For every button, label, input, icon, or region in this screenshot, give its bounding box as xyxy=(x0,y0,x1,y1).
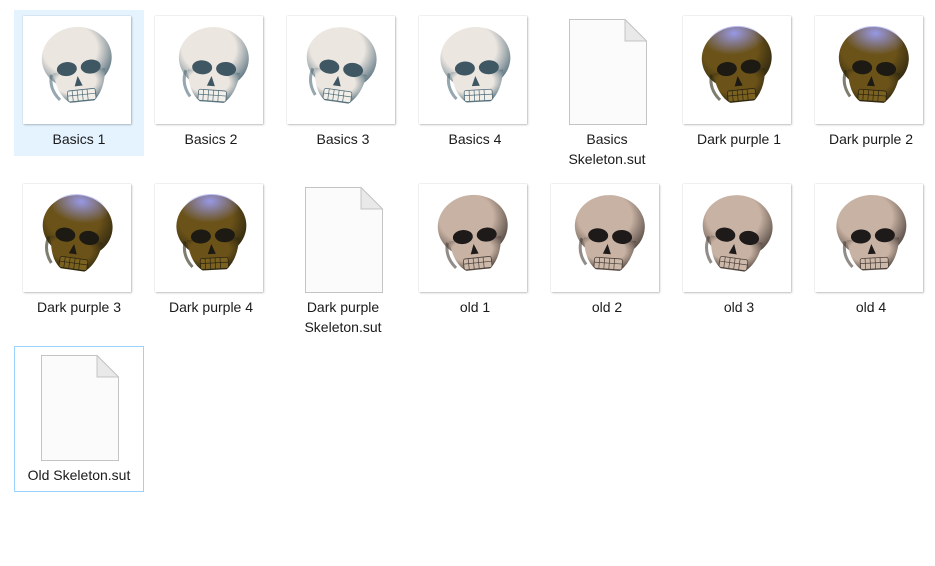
blank-document-icon xyxy=(305,186,384,293)
file-item[interactable]: Basics 1 xyxy=(14,10,144,156)
file-name: Basics Skeleton.sut xyxy=(568,131,646,167)
file-item[interactable]: old 2 xyxy=(542,178,672,324)
file-item[interactable]: Basics 4 xyxy=(410,10,540,156)
file-name: Basics 1 xyxy=(52,131,106,147)
file-name: Dark purple 2 xyxy=(828,131,914,147)
skull-thumbnail-icon xyxy=(683,184,791,292)
file-name: Dark purple 3 xyxy=(36,299,122,315)
file-item[interactable]: Dark purple Skeleton.sut xyxy=(278,178,408,335)
file-item[interactable]: Dark purple 2 xyxy=(806,10,935,156)
skull-image xyxy=(574,194,645,271)
document-icon xyxy=(569,18,648,125)
skull-image xyxy=(838,26,909,103)
file-item[interactable]: old 1 xyxy=(410,178,540,324)
file-item[interactable]: Old Skeleton.sut xyxy=(14,346,144,492)
skull-thumbnail-icon xyxy=(551,184,659,292)
skull-image xyxy=(437,193,508,271)
blank-document-icon xyxy=(41,354,120,461)
file-item[interactable]: Dark purple 4 xyxy=(146,178,276,324)
file-name: old 3 xyxy=(723,299,755,315)
file-item[interactable]: Basics 2 xyxy=(146,10,276,156)
file-item[interactable]: Basics Skeleton.sut xyxy=(542,10,672,167)
file-item[interactable]: Dark purple 3 xyxy=(14,178,144,324)
file-name: Dark purple 4 xyxy=(168,299,254,315)
file-item[interactable]: old 3 xyxy=(674,178,804,324)
file-item[interactable]: Dark purple 1 xyxy=(674,10,804,156)
file-name: Old Skeleton.sut xyxy=(27,467,131,483)
file-item[interactable]: Basics 3 xyxy=(278,10,408,156)
skull-image xyxy=(41,25,112,103)
file-name: Basics 3 xyxy=(316,131,370,147)
document-icon xyxy=(305,186,384,293)
skull-image xyxy=(176,193,247,271)
skull-thumbnail-icon xyxy=(419,16,527,124)
skull-thumbnail-icon xyxy=(23,16,131,124)
file-name: Dark purple Skeleton.sut xyxy=(304,299,382,335)
skull-thumbnail-icon xyxy=(683,16,791,124)
skull-thumbnail-icon xyxy=(23,184,131,292)
skull-image xyxy=(178,26,249,103)
file-name: Dark purple 1 xyxy=(696,131,782,147)
skull-image xyxy=(440,25,511,103)
file-name: Basics 2 xyxy=(184,131,238,147)
file-item[interactable]: old 4 xyxy=(806,178,935,324)
file-name: old 4 xyxy=(855,299,887,315)
skull-image xyxy=(836,193,907,271)
skull-image xyxy=(42,194,113,272)
skull-image xyxy=(701,25,772,103)
blank-document-icon xyxy=(569,18,648,125)
skull-thumbnail-icon xyxy=(419,184,527,292)
file-grid: Basics 1 Basics 2 Basics 3 Basics 4 Basi… xyxy=(0,0,935,566)
file-name: old 1 xyxy=(459,299,491,315)
document-icon xyxy=(41,354,120,461)
skull-image xyxy=(702,194,773,272)
skull-thumbnail-icon xyxy=(815,16,923,124)
file-name: old 2 xyxy=(591,299,623,315)
skull-image xyxy=(306,26,377,104)
skull-thumbnail-icon xyxy=(815,184,923,292)
skull-thumbnail-icon xyxy=(287,16,395,124)
skull-thumbnail-icon xyxy=(155,16,263,124)
skull-thumbnail-icon xyxy=(155,184,263,292)
file-name: Basics 4 xyxy=(448,131,502,147)
